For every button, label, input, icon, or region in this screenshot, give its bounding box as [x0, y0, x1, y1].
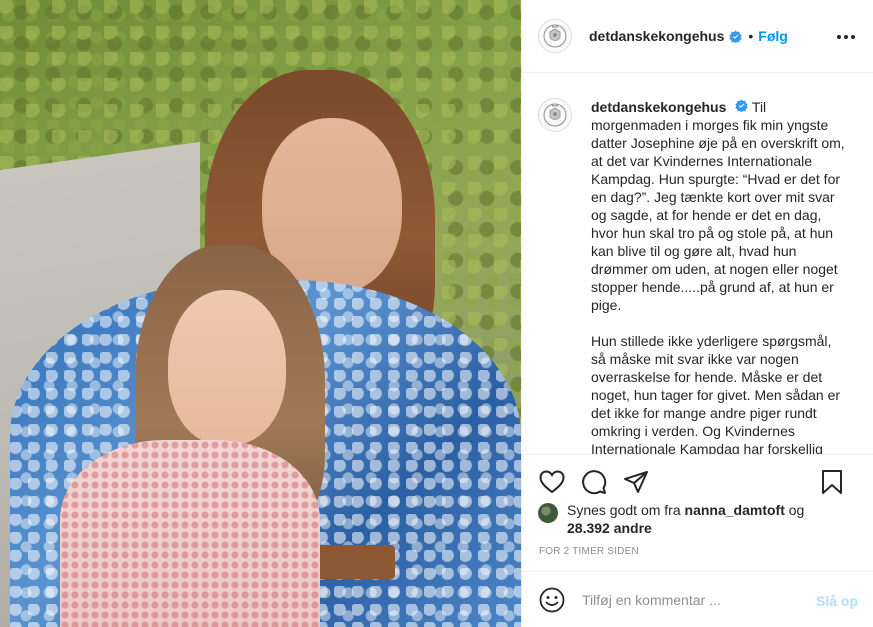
caption-username[interactable]: detdanskekongehus [591, 99, 726, 115]
crest-icon [543, 103, 567, 127]
share-button[interactable] [622, 468, 650, 496]
profile-avatar[interactable] [538, 19, 572, 53]
comment-input[interactable] [582, 591, 802, 608]
liker-avatar[interactable] [538, 503, 558, 523]
action-bar [522, 454, 873, 508]
caption-area[interactable]: detdanskekongehus Til morgenmaden i morg… [522, 74, 873, 454]
caption-row: detdanskekongehus Til morgenmaden i morg… [538, 98, 858, 454]
girl-face [168, 290, 286, 445]
emoji-button[interactable] [538, 586, 566, 614]
header-separator: • [748, 28, 754, 44]
likes-conjunction: og [788, 502, 805, 518]
caption-avatar[interactable] [538, 98, 572, 132]
caption-body: Til morgenmaden i morges fik min yngste … [591, 99, 845, 454]
header-username[interactable]: detdanskekongehus [589, 28, 724, 44]
likes-text: Synes godt om fra nanna_damtoft og 28.39… [567, 501, 804, 537]
comment-icon [582, 469, 607, 494]
emoji-icon [539, 587, 565, 612]
post-header: detdanskekongehus • Følg [522, 0, 873, 73]
girl-dress [60, 440, 320, 627]
verified-badge-icon [735, 99, 748, 112]
likes-summary: Synes godt om fra nanna_damtoft og 28.39… [538, 501, 858, 537]
post-side-panel: detdanskekongehus • Følg detdanskekongeh… [521, 0, 873, 627]
post-comment-button[interactable]: Slå op [816, 593, 858, 609]
caption-text: detdanskekongehus Til morgenmaden i morg… [591, 98, 845, 454]
post-photo[interactable] [0, 0, 521, 627]
liker-username[interactable]: nanna_damtoft [685, 502, 785, 518]
likes-prefix: Synes godt om fra [567, 502, 681, 518]
comment-bar: Slå op [522, 571, 873, 627]
crest-icon [543, 24, 567, 48]
likes-others[interactable]: 28.392 andre [567, 520, 652, 536]
more-options-button[interactable] [834, 25, 858, 49]
save-button[interactable] [818, 468, 846, 496]
share-icon [624, 470, 648, 493]
post-timestamp[interactable]: FOR 2 TIMER SIDEN [539, 546, 639, 557]
verified-badge-icon [729, 29, 743, 43]
heart-icon [539, 469, 565, 493]
follow-button[interactable]: Følg [758, 28, 788, 44]
bookmark-icon [822, 470, 842, 494]
more-icon [837, 35, 855, 39]
comment-button[interactable] [580, 468, 608, 496]
like-button[interactable] [538, 468, 566, 496]
